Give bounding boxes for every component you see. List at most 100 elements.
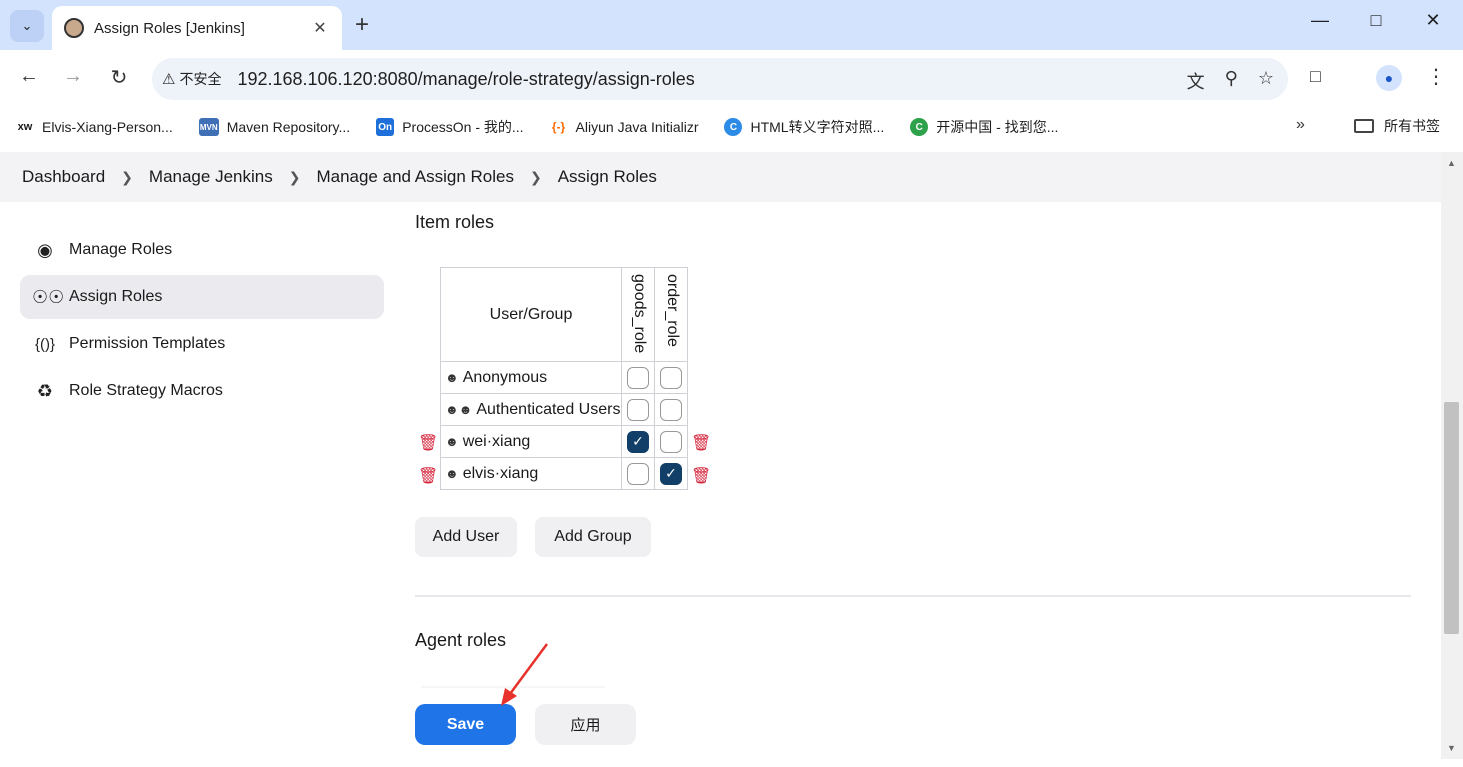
role-header-label: order_role	[664, 274, 681, 347]
role-checkbox[interactable]: ✓	[627, 430, 649, 453]
table-row: ☻ Anonymous	[440, 361, 688, 394]
sidebar-item-manage-roles[interactable]: ◉ Manage Roles	[20, 228, 384, 272]
people-icon: ☉☉	[32, 286, 65, 307]
breadcrumb-item[interactable]: Manage Jenkins	[149, 167, 273, 187]
tab-search-button[interactable]: ⌄	[10, 10, 44, 42]
sidebar-item-permission-templates[interactable]: {()} Permission Templates	[20, 322, 384, 366]
role-header: order_role	[654, 267, 688, 362]
security-label: 不安全	[179, 71, 222, 87]
more-bookmarks-icon[interactable]: »	[1296, 116, 1305, 134]
maximize-icon[interactable]: □	[1361, 10, 1391, 31]
xw-logo-icon: xw	[17, 121, 33, 133]
scroll-up-icon[interactable]: ▲	[1447, 158, 1456, 168]
processon-logo-icon: On	[376, 118, 395, 136]
puzzle-icon: ♻	[36, 380, 54, 401]
trash-icon[interactable]: 🗑	[691, 433, 711, 453]
user-cell: ☻ elvis·xiang	[440, 457, 622, 490]
zoom-icon[interactable]: ⚲	[1225, 68, 1238, 94]
bookmark-label: Aliyun Java Initializr	[575, 119, 699, 135]
star-icon[interactable]: ☆	[1258, 68, 1274, 94]
browser-tab[interactable]: Assign Roles [Jenkins] ✕	[52, 6, 342, 50]
browser-toolbar: ← → ↻ ⚠ 不安全 192.168.106.120:8080/manage/…	[0, 50, 1463, 108]
user-icon: ☻	[445, 433, 459, 449]
trash-icon[interactable]: 🗑	[418, 433, 438, 453]
profile-avatar-icon[interactable]: ●	[1376, 65, 1402, 91]
bookmark-item[interactable]: C HTML转义字符对照...	[724, 117, 884, 137]
user-group-header: User/Group	[440, 267, 622, 362]
page-scrollbar[interactable]: ▲ ▼	[1441, 152, 1463, 759]
role-checkbox[interactable]	[627, 398, 649, 421]
reload-icon[interactable]: ↻	[106, 65, 132, 90]
user-cell: ☻ Anonymous	[440, 361, 622, 394]
oschina-logo-icon: C	[910, 118, 929, 136]
bookmark-item[interactable]: xw Elvis-Xiang-Person...	[16, 118, 173, 136]
save-button[interactable]: Save	[415, 704, 516, 745]
item-roles-title: Item roles	[415, 212, 495, 232]
aliyun-logo-icon: {-}	[551, 120, 566, 134]
item-roles-table: User/Group goods_role order_role ☻ Anonym…	[440, 267, 688, 490]
jenkins-favicon-icon	[64, 18, 84, 38]
sidebar-item-label: Assign Roles	[69, 288, 163, 305]
breadcrumb-item[interactable]: Manage and Assign Roles	[316, 167, 514, 187]
address-bar[interactable]: ⚠ 不安全 192.168.106.120:8080/manage/role-s…	[152, 58, 1288, 100]
close-window-icon[interactable]: ✕	[1418, 10, 1448, 31]
role-checkbox[interactable]	[660, 398, 682, 421]
user-name: elvis·xiang	[462, 464, 539, 482]
scroll-down-icon[interactable]: ▼	[1447, 743, 1456, 753]
bookmark-item[interactable]: MVN Maven Repository...	[198, 118, 351, 136]
menu-kebab-icon[interactable]: ⋮	[1426, 64, 1446, 89]
breadcrumb-item[interactable]: Assign Roles	[558, 167, 657, 187]
role-header: goods_role	[621, 267, 655, 362]
annotation-arrow-icon	[501, 643, 549, 706]
all-bookmarks-button[interactable]: 所有书签	[1354, 116, 1440, 136]
role-checkbox[interactable]	[627, 366, 649, 389]
group-icon: ☻☻	[445, 401, 473, 417]
role-checkbox[interactable]	[660, 430, 682, 453]
bookmark-item[interactable]: On ProcessOn - 我的...	[376, 117, 524, 137]
close-tab-icon[interactable]: ✕	[310, 18, 330, 38]
new-tab-button[interactable]: +	[355, 12, 369, 38]
role-checkbox[interactable]	[627, 462, 649, 485]
user-name: wei·xiang	[462, 432, 531, 450]
sidebar-item-assign-roles[interactable]: ☉☉ Assign Roles	[20, 275, 384, 319]
back-icon[interactable]: ←	[16, 65, 42, 88]
add-group-button[interactable]: Add Group	[535, 517, 651, 557]
trash-icon[interactable]: 🗑	[691, 466, 711, 486]
agent-roles-title: Agent roles	[415, 630, 507, 650]
trash-icon[interactable]: 🗑	[418, 466, 438, 486]
security-indicator[interactable]: ⚠ 不安全	[162, 69, 221, 89]
forward-icon[interactable]: →	[60, 65, 86, 88]
sidebar-item-label: Permission Templates	[69, 335, 226, 352]
bookmark-item[interactable]: {-} Aliyun Java Initializr	[550, 118, 699, 136]
url-text[interactable]: 192.168.106.120:8080/manage/role-strateg…	[237, 69, 694, 90]
scrollbar-thumb[interactable]	[1444, 402, 1459, 634]
bookmark-label: HTML转义字符对照...	[750, 119, 885, 135]
chevron-down-icon: ⌄	[21, 18, 33, 33]
breadcrumb-item[interactable]: Dashboard	[22, 167, 105, 187]
role-checkbox[interactable]	[660, 366, 682, 389]
fingerprint-icon: ◉	[37, 239, 53, 260]
role-header-label: goods_role	[631, 274, 648, 354]
bookmark-label: Maven Repository...	[226, 119, 351, 135]
minimize-icon[interactable]: —	[1305, 10, 1335, 31]
user-cell: ☻☻ Authenticated Users	[440, 393, 622, 426]
apply-button[interactable]: 应用	[535, 704, 636, 745]
role-checkbox[interactable]: ✓	[660, 462, 682, 485]
table-row: ☻ wei·xiang ✓	[440, 425, 688, 458]
tab-title: Assign Roles [Jenkins]	[94, 19, 245, 37]
chevron-right-icon: ❯	[288, 168, 301, 185]
bookmark-label: 开源中国 - 找到您...	[936, 119, 1059, 135]
browser-tabstrip: ⌄ Assign Roles [Jenkins] ✕ + — □ ✕	[0, 0, 1463, 50]
warning-icon: ⚠	[162, 71, 176, 88]
sidebar-item-label: Manage Roles	[69, 241, 173, 258]
user-cell: ☻ wei·xiang	[440, 425, 622, 458]
braces-icon: {()}	[34, 335, 55, 353]
sidebar-item-role-strategy-macros[interactable]: ♻ Role Strategy Macros	[20, 369, 384, 413]
translate-icon[interactable]: 文	[1187, 68, 1205, 94]
extensions-icon[interactable]: □	[1310, 66, 1321, 87]
bookmark-item[interactable]: C 开源中国 - 找到您...	[910, 117, 1058, 137]
breadcrumb: Dashboard ❯ Manage Jenkins ❯ Manage and …	[0, 152, 1441, 202]
main-content: Item roles User/Group goods_role order_r…	[415, 202, 1435, 767]
add-user-button[interactable]: Add User	[415, 517, 517, 557]
section-divider	[415, 595, 1411, 597]
